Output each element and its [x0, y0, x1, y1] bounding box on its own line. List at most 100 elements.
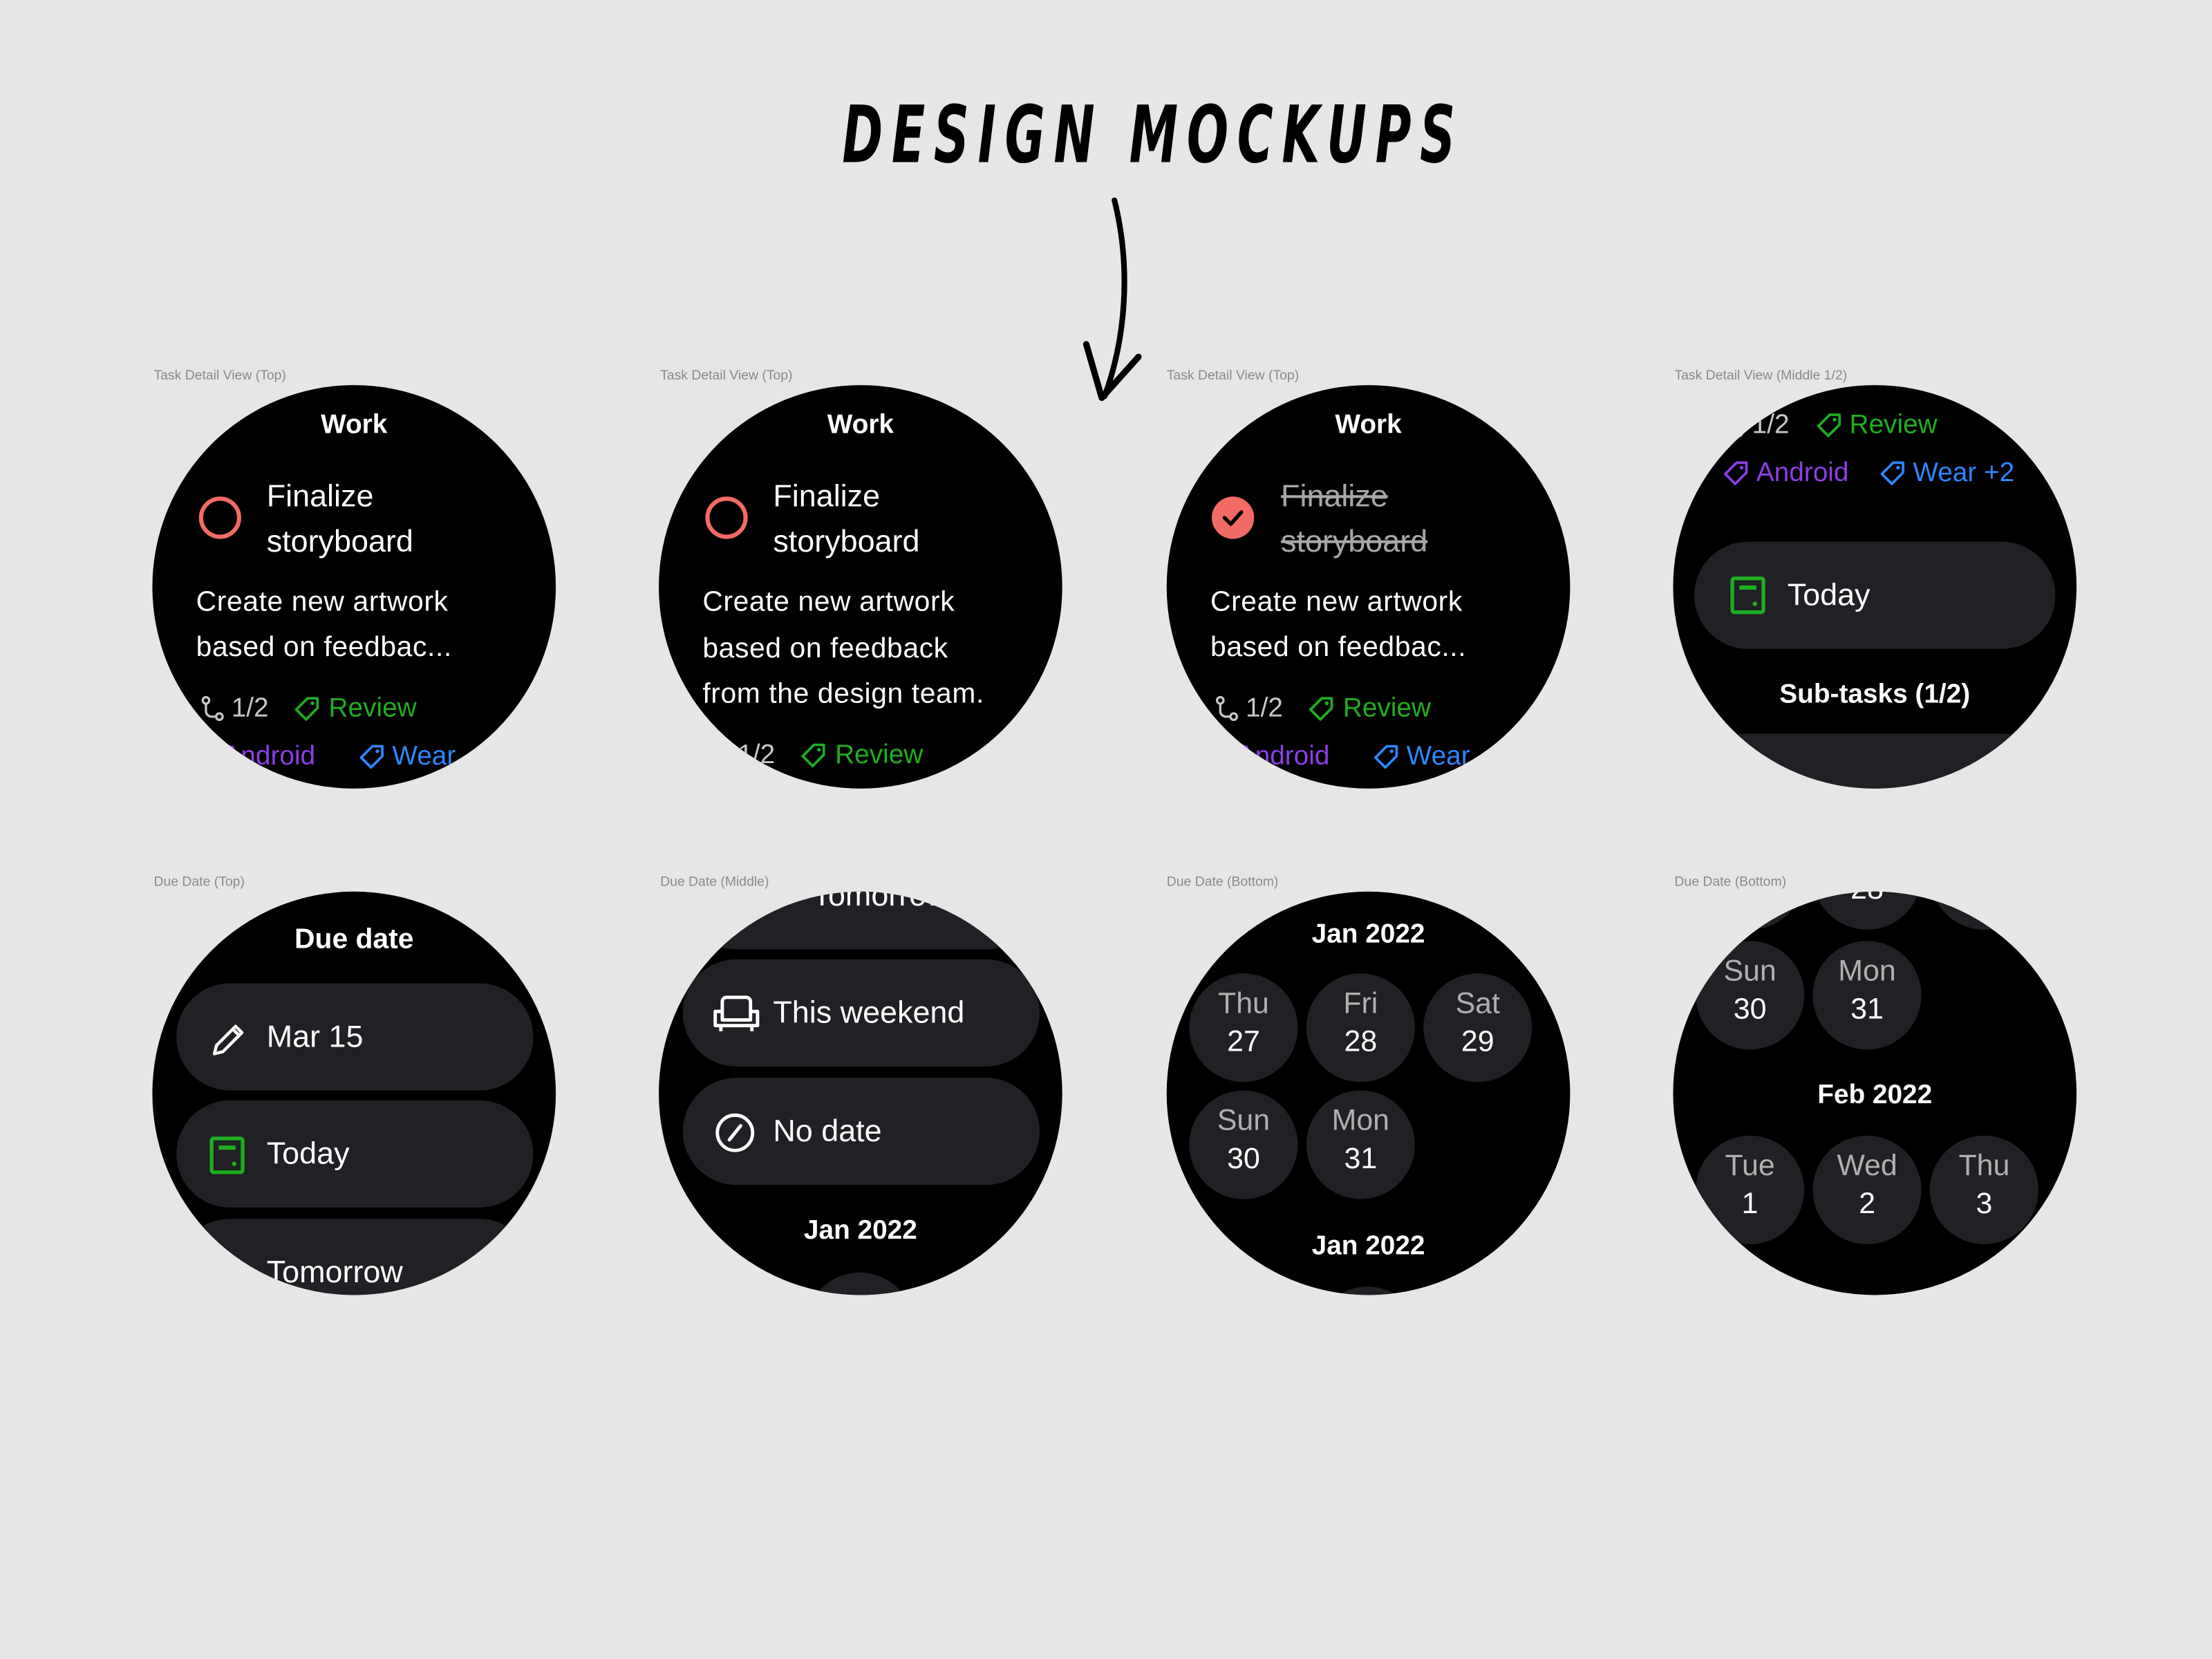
list-header: Work	[827, 410, 894, 440]
tag-icon	[294, 697, 319, 721]
task-title: storyboard	[266, 523, 413, 559]
subtask-icon	[201, 695, 224, 722]
tag-wear[interactable]: Wear +2	[1913, 453, 2014, 495]
day-button[interactable]: Thu 27	[1189, 973, 1298, 1082]
tag-wear[interactable]: Wear	[392, 736, 456, 778]
section-header: Sub-tasks (1/2)	[1779, 679, 1971, 710]
day-number: 2	[1859, 1188, 1875, 1221]
day-button[interactable]: 28	[1812, 891, 1922, 930]
day-name: Sun	[1723, 955, 1777, 988]
tag-icon	[801, 743, 825, 767]
task-title: storyboard	[1281, 523, 1428, 559]
day-number: 1	[1741, 1188, 1759, 1221]
watch-screen-due-date-bottom: Jan 2022 Thu 27 Fri 28 Sat 29 Sun 30 Mon 31 J…	[1166, 891, 1571, 1295]
month-header: Jan 2022	[1311, 1231, 1425, 1262]
complete-checkbox-checked[interactable]	[1212, 496, 1255, 539]
day-button[interactable]	[1313, 1286, 1423, 1295]
watch-screen-task-detail: Work Finalize storyboard Create new artw…	[152, 385, 556, 789]
complete-checkbox[interactable]	[198, 496, 241, 539]
day-name: Sun	[1217, 1104, 1271, 1137]
tag-icon	[1817, 413, 1841, 438]
tag-icon	[359, 744, 384, 769]
option-no-date[interactable]: No date	[682, 1078, 1040, 1185]
day-button[interactable]: Mon 31	[1812, 941, 1922, 1050]
tag-android[interactable]: Android	[223, 736, 315, 778]
check-icon	[1222, 510, 1244, 526]
option-label: Tomorrow	[812, 891, 949, 913]
tag-review[interactable]: Review	[329, 688, 417, 731]
watch-screen-due-date-bottom: 28 Sun 30 Mon 31 Feb 2022 Tue 1 Wed 2 Thu 3	[1673, 891, 2077, 1295]
task-description: based on feedback	[702, 633, 948, 665]
option-custom-date[interactable]: Mar 15	[176, 983, 534, 1091]
watch-screen-due-date: Due date Mar 15 Today Tomorrow	[152, 891, 556, 1295]
complete-checkbox[interactable]	[705, 496, 748, 539]
list-header: Work	[1335, 410, 1402, 440]
day-button[interactable]	[1696, 891, 1805, 930]
day-button[interactable]	[805, 1272, 915, 1295]
screen-label: Task Detail View (Top)	[660, 368, 793, 384]
calendar-icon	[1730, 577, 1765, 615]
task-description: Create new artwork	[702, 586, 955, 618]
day-number: 30	[1227, 1143, 1260, 1175]
task-description: based on feedbac...	[1210, 632, 1467, 664]
watch-screen-task-detail-middle: 1/2 Review Android Wear +2 Today Sub-tas…	[1673, 385, 2077, 789]
option-today[interactable]: Today	[176, 1100, 534, 1208]
calendar-icon	[209, 1136, 245, 1174]
subtask-icon	[1721, 412, 1743, 438]
subtask-item[interactable]	[1694, 733, 2056, 789]
day-name: Mon	[1838, 955, 1896, 988]
option-label: Mar 15	[266, 1018, 364, 1054]
option-label: Tomorrow	[266, 1254, 403, 1290]
month-header: Feb 2022	[1817, 1080, 1933, 1111]
due-date-chip[interactable]: Today	[1694, 541, 2056, 649]
task-description: based on feedbac...	[196, 632, 452, 664]
pencil-icon	[212, 1024, 244, 1056]
watch-screen-task-detail: Work Finalize storyboard Create new artw…	[659, 385, 1062, 789]
day-button[interactable]: Thu 3	[1929, 1135, 2038, 1244]
option-label: This weekend	[773, 994, 965, 1030]
day-name: Thu	[1958, 1150, 2010, 1183]
day-button[interactable]: Tue 1	[1696, 1135, 1805, 1244]
tag-review[interactable]: Review	[1343, 688, 1431, 731]
arrow-down-icon	[1082, 197, 1142, 402]
option-label: No date	[773, 1113, 882, 1149]
tag-icon	[1374, 744, 1398, 769]
screen-label: Due Date (Middle)	[660, 874, 769, 890]
option-tomorrow[interactable]: Tomorrow	[682, 891, 1040, 950]
day-button[interactable]: Mon 31	[1306, 1090, 1415, 1199]
sun-icon	[218, 1272, 231, 1287]
canvas: DESIGN MOCKUPS Task Detail View (Top) Ta…	[0, 0, 2212, 1659]
screen-label: Task Detail View (Middle 1/2)	[1674, 368, 1848, 384]
tag-review[interactable]: Review	[835, 735, 923, 777]
day-button[interactable]: Fri 28	[1306, 973, 1415, 1082]
option-this-weekend[interactable]: This weekend	[682, 959, 1040, 1067]
subtask-count: 1/2	[738, 740, 776, 771]
tag-review[interactable]: Review	[1849, 405, 1937, 447]
day-button[interactable]: Sun 30	[1696, 941, 1805, 1050]
subtask-count: 1/2	[1752, 410, 1790, 440]
day-button[interactable]: Sun 30	[1189, 1090, 1298, 1199]
tag-android[interactable]: Android	[1756, 453, 1849, 495]
tag-icon	[1880, 461, 1904, 485]
day-button[interactable]	[1929, 891, 2038, 930]
day-name: Fri	[1343, 987, 1378, 1020]
day-button[interactable]: Wed 2	[1812, 1135, 1922, 1244]
tag-wear[interactable]: Wear	[1407, 736, 1470, 778]
option-tomorrow[interactable]: Tomorrow	[176, 1219, 534, 1295]
subtask-count: 1/2	[1246, 694, 1283, 724]
screen-header: Due date	[294, 924, 414, 955]
screen-label: Due Date (Top)	[153, 874, 245, 890]
screen-label: Due Date (Bottom)	[1166, 874, 1279, 890]
task-title: Finalize	[1281, 478, 1388, 514]
day-number: 27	[1227, 1025, 1260, 1058]
watch-screen-due-date-middle: Tomorrow This weekend No date Jan 2022	[659, 891, 1062, 1295]
day-button[interactable]: Sat 29	[1423, 973, 1533, 1082]
tag-icon	[1724, 461, 1748, 485]
subtask-icon	[708, 742, 731, 768]
day-name: Sat	[1455, 987, 1500, 1020]
task-description: from the design team.	[702, 678, 984, 710]
day-number: 28	[1812, 892, 1921, 908]
screen-label: Due Date (Bottom)	[1674, 874, 1787, 890]
option-label: Today	[266, 1135, 350, 1171]
tag-android[interactable]: Android	[1237, 736, 1330, 778]
